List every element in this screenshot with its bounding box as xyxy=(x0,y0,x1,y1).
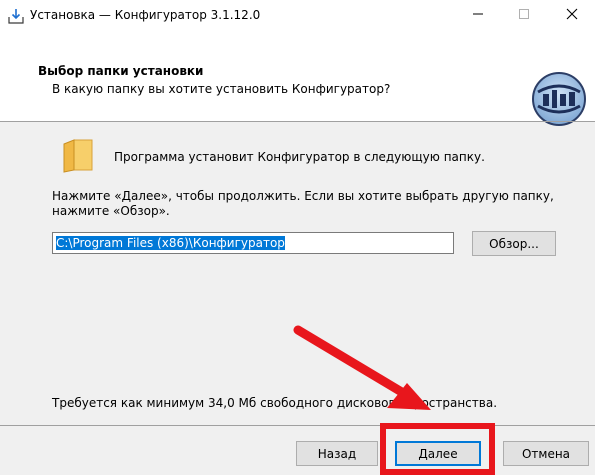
instruction-text: Нажмите «Далее», чтобы продолжить. Если … xyxy=(52,189,554,218)
header-divider xyxy=(0,121,595,122)
maximize-button[interactable] xyxy=(501,0,547,30)
browse-button[interactable]: Обзор... xyxy=(472,231,556,256)
footer-divider xyxy=(0,425,595,426)
page-title: Выбор папки установки xyxy=(38,64,204,78)
window-title: Установка — Конфигуратор 3.1.12.0 xyxy=(30,8,261,22)
folder-icon xyxy=(62,138,94,174)
close-icon xyxy=(566,8,578,23)
page-subtitle: В какую папку вы хотите установить Конфи… xyxy=(52,82,391,96)
back-button[interactable]: Назад xyxy=(296,441,378,466)
install-path-value: C:\Program Files (x86)\Конфигуратор xyxy=(56,236,285,250)
next-button[interactable]: Далее xyxy=(395,441,481,466)
install-path-field[interactable]: C:\Program Files (x86)\Конфигуратор xyxy=(52,232,454,254)
intro-text: Программа установит Конфигуратор в следу… xyxy=(114,150,485,164)
title-bar: Установка — Конфигуратор 3.1.12.0 xyxy=(0,0,595,30)
disk-space-text: Требуется как минимум 34,0 Мб свободного… xyxy=(52,396,498,410)
minimize-icon xyxy=(472,8,484,23)
wizard-header: Выбор папки установки В какую папку вы х… xyxy=(0,30,595,126)
cancel-button[interactable]: Отмена xyxy=(503,441,589,466)
installer-window: Установка — Конфигуратор 3.1.12.0 Выбор … xyxy=(0,0,595,475)
close-button[interactable] xyxy=(549,0,595,30)
minimize-button[interactable] xyxy=(455,0,501,30)
app-logo xyxy=(530,70,588,128)
installer-icon xyxy=(8,8,24,24)
maximize-icon xyxy=(518,8,530,23)
